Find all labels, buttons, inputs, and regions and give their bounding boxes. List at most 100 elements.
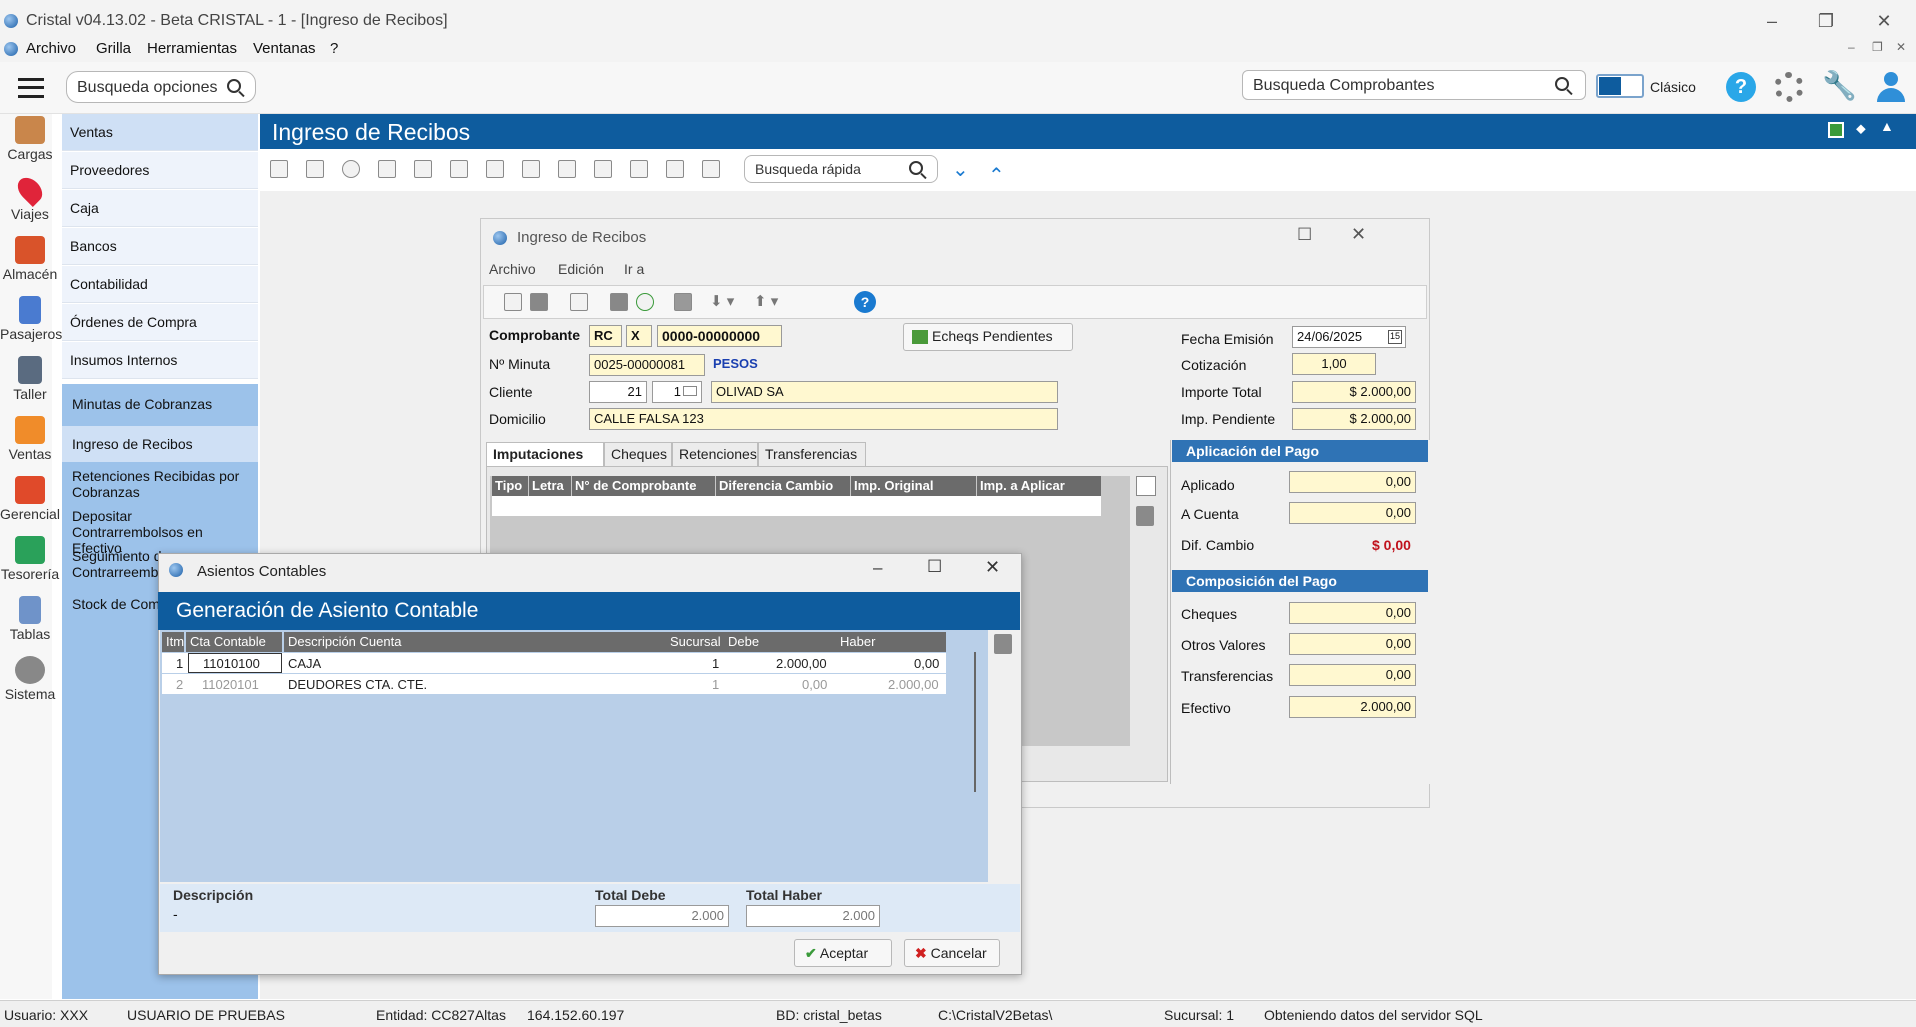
menu-grilla[interactable]: Grilla <box>96 40 131 57</box>
importe-total-field[interactable]: $ 2.000,00 <box>1292 381 1416 403</box>
rail-almacen[interactable]: Almacén <box>0 236 60 282</box>
add-row-icon[interactable] <box>1136 476 1156 496</box>
maximize-icon[interactable]: ☐ <box>927 557 942 577</box>
cliente-nombre[interactable]: OLIVAD SA <box>711 381 1058 403</box>
efectivo-field[interactable]: 2.000,00 <box>1289 696 1416 718</box>
otros-valores-field[interactable]: 0,00 <box>1289 633 1416 655</box>
domicilio-field[interactable]: CALLE FALSA 123 <box>589 408 1058 430</box>
menu-help[interactable]: ? <box>330 40 338 57</box>
rail-gerencial[interactable]: Gerencial <box>0 476 60 522</box>
tab-cheques[interactable]: Cheques <box>604 442 672 466</box>
mdi-minimize-icon[interactable]: – <box>1848 40 1855 54</box>
chevron-up-icon[interactable]: ⌃ <box>988 163 1005 188</box>
rec-menu-ira[interactable]: Ir a <box>624 261 644 277</box>
help-icon[interactable]: ? <box>1726 72 1756 102</box>
grid-icon[interactable] <box>1828 122 1844 138</box>
arrow-down-icon[interactable]: ⬇ ▾ <box>710 292 734 310</box>
options-search-input[interactable]: Busqueda opciones <box>66 71 256 103</box>
trash-icon[interactable] <box>994 634 1012 654</box>
comprobante-letra[interactable]: X <box>626 325 652 347</box>
restore-icon[interactable]: ❐ <box>1806 8 1846 34</box>
subnav-minutas[interactable]: Minutas de Cobranzas <box>62 396 258 412</box>
mdi-close-icon[interactable]: ✕ <box>1896 40 1906 54</box>
comprobante-tipo[interactable]: RC <box>589 325 622 347</box>
imp-pendiente-field[interactable]: $ 2.000,00 <box>1292 408 1416 430</box>
bar-chart-icon[interactable] <box>666 160 684 178</box>
cheques-field[interactable]: 0,00 <box>1289 602 1416 624</box>
tab-imputaciones[interactable]: Imputaciones <box>486 442 604 466</box>
fecha-field[interactable]: 24/06/2025 15 <box>1292 326 1406 348</box>
save-icon[interactable] <box>530 293 548 311</box>
a-cuenta-field[interactable]: 0,00 <box>1289 502 1416 524</box>
new-record-icon[interactable] <box>504 293 522 311</box>
filter-add-icon[interactable] <box>450 160 468 178</box>
nav-proveedores[interactable]: Proveedores <box>62 152 258 189</box>
menu-ventanas[interactable]: Ventanas <box>253 40 316 57</box>
nav-ventas[interactable]: Ventas <box>62 114 258 151</box>
arrow-down-icon[interactable]: ⬥ <box>1856 120 1866 137</box>
filter-remove-icon[interactable] <box>558 160 576 178</box>
aceptar-button[interactable]: ✔ Aceptar <box>794 939 892 967</box>
filter-icon[interactable] <box>378 160 396 178</box>
rail-sistema[interactable]: Sistema <box>0 656 60 702</box>
tab-transferencias[interactable]: Transferencias <box>758 442 866 466</box>
grid-scrollbar[interactable] <box>974 652 976 792</box>
menu-archivo[interactable]: Archivo <box>26 40 76 57</box>
cliente-codigo[interactable]: 21 <box>589 381 647 403</box>
arrow-up-icon[interactable]: ⬆ ▾ <box>754 292 778 310</box>
search-icon[interactable] <box>342 160 360 178</box>
rail-tesoreria[interactable]: Tesorería <box>0 536 60 582</box>
nav-ordenes-compra[interactable]: Órdenes de Compra <box>62 304 258 341</box>
rail-ventas[interactable]: Ventas <box>0 416 60 462</box>
nav-caja[interactable]: Caja <box>62 190 258 227</box>
trash-icon[interactable] <box>674 293 692 311</box>
nav-insumos[interactable]: Insumos Internos <box>62 342 258 379</box>
close-icon[interactable]: ✕ <box>1351 224 1366 245</box>
nav-bancos[interactable]: Bancos <box>62 228 258 265</box>
theme-toggle[interactable] <box>1596 74 1644 98</box>
minimize-icon[interactable]: – <box>1752 8 1792 34</box>
rail-taller[interactable]: Taller <box>0 356 60 402</box>
close-icon[interactable]: ✕ <box>1864 8 1904 34</box>
new-icon[interactable] <box>270 160 288 178</box>
echeqs-pendientes-button[interactable]: Echeqs Pendientes <box>903 323 1073 351</box>
print-icon[interactable] <box>570 293 588 311</box>
rec-menu-edicion[interactable]: Edición <box>558 261 604 277</box>
stop-icon[interactable] <box>610 293 628 311</box>
arrow-up-icon[interactable]: ▲ <box>1880 118 1894 134</box>
quick-search-input[interactable]: Busqueda rápida <box>744 155 938 183</box>
print-icon[interactable] <box>306 160 324 178</box>
menu-herramientas[interactable]: Herramientas <box>147 40 237 57</box>
wrench-icon[interactable]: 🔧 <box>1822 72 1857 102</box>
maximize-icon[interactable]: ☐ <box>1297 225 1312 245</box>
cliente-sucursal[interactable]: 1 <box>652 381 702 403</box>
table-row[interactable]: 1 11010100 CAJA 1 2.000,00 0,00 <box>162 653 946 673</box>
rail-pasajeros[interactable]: Pasajeros <box>0 296 62 342</box>
rec-menu-archivo[interactable]: Archivo <box>489 261 536 277</box>
minuta-field[interactable]: 0025-00000081 <box>589 354 705 376</box>
cotizacion-field[interactable]: 1,00 <box>1292 353 1376 375</box>
table-row[interactable]: 2 11020101 DEUDORES CTA. CTE. 1 0,00 2.0… <box>162 674 946 694</box>
minimize-icon[interactable]: – <box>873 558 882 578</box>
export-icon[interactable] <box>702 160 720 178</box>
nav-contabilidad[interactable]: Contabilidad <box>62 266 258 303</box>
gear-icon[interactable] <box>1774 72 1804 102</box>
chevron-down-icon[interactable]: ⌄ <box>952 157 969 182</box>
grid-empty-row[interactable] <box>492 496 1101 516</box>
filter-edit-icon[interactable] <box>486 160 504 178</box>
comprobante-numero[interactable]: 0000-00000000 <box>657 325 782 347</box>
cancelar-button[interactable]: ✖ Cancelar <box>904 939 1000 967</box>
mdi-restore-icon[interactable]: ❐ <box>1872 40 1883 54</box>
comprobantes-search-input[interactable]: Busqueda Comprobantes <box>1242 70 1586 100</box>
rail-cargas[interactable]: Cargas <box>0 116 60 162</box>
help-icon[interactable]: ? <box>854 291 876 313</box>
subnav-ingreso-recibos[interactable]: Ingreso de Recibos <box>62 426 258 462</box>
rail-tablas[interactable]: Tablas <box>0 596 60 642</box>
hamburger-icon[interactable] <box>18 78 44 98</box>
rail-viajes[interactable]: Viajes <box>0 173 60 222</box>
edit-icon[interactable] <box>630 160 648 178</box>
tab-retenciones[interactable]: Retenciones <box>672 442 758 466</box>
filter-clear-icon[interactable] <box>414 160 432 178</box>
user-icon[interactable] <box>1876 72 1906 102</box>
transferencias-field[interactable]: 0,00 <box>1289 664 1416 686</box>
